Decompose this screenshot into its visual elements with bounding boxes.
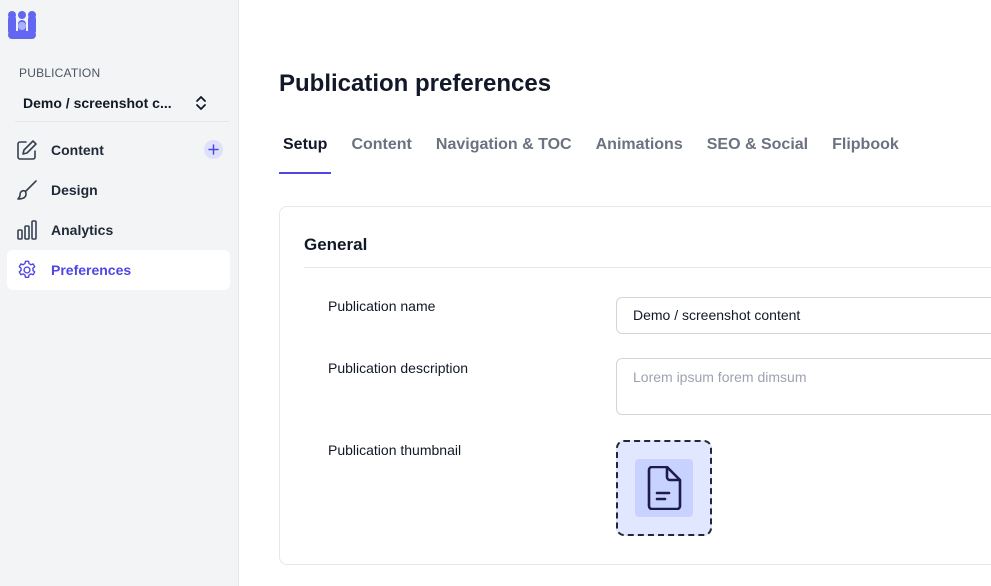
paintbrush-icon (16, 179, 38, 201)
tab-animations[interactable]: Animations (592, 128, 687, 174)
sidebar-item-label: Design (51, 182, 98, 198)
sidebar-item-label: Analytics (51, 222, 114, 238)
section-divider (304, 267, 991, 268)
app-logo-icon[interactable] (7, 10, 37, 40)
document-icon (647, 466, 682, 510)
bar-chart-icon (16, 219, 38, 241)
add-content-button[interactable] (204, 140, 223, 159)
gear-icon (16, 259, 38, 281)
publication-description-textarea[interactable]: Lorem ipsum forem dimsum (616, 358, 991, 415)
chevron-up-down-icon (196, 96, 206, 110)
preferences-tabs: Setup Content Navigation & TOC Animation… (279, 128, 919, 176)
sidebar-item-content[interactable]: Content (7, 130, 230, 170)
general-settings-card: General Publication name Demo / screensh… (279, 206, 991, 565)
publication-thumbnail-label: Publication thumbnail (328, 442, 462, 458)
publication-name-label: Publication name (328, 298, 436, 314)
sidebar-item-label: Preferences (51, 262, 132, 278)
main-content: Publication preferences Setup Content Na… (239, 0, 991, 586)
publication-section-label: PUBLICATION (19, 66, 101, 80)
sidebar-item-analytics[interactable]: Analytics (7, 210, 230, 250)
sidebar-item-design[interactable]: Design (7, 170, 230, 210)
tab-setup[interactable]: Setup (279, 128, 332, 174)
sidebar-item-preferences[interactable]: Preferences (7, 250, 230, 290)
page-title: Publication preferences (279, 70, 552, 97)
tab-seo-social[interactable]: SEO & Social (703, 128, 812, 174)
publication-description-label: Publication description (328, 360, 469, 376)
sidebar: PUBLICATION Demo / screenshot c... Conte… (0, 0, 239, 586)
thumbnail-upload-dropzone[interactable] (616, 440, 712, 536)
publication-selector-name: Demo / screenshot c... (23, 95, 172, 111)
sidebar-divider (15, 121, 229, 122)
plus-icon (208, 144, 219, 155)
general-section-title: General (304, 235, 368, 254)
publication-selector[interactable]: Demo / screenshot c... (15, 88, 215, 118)
publication-name-input[interactable]: Demo / screenshot content (616, 297, 991, 334)
tab-navigation-toc[interactable]: Navigation & TOC (432, 128, 576, 174)
tab-flipbook[interactable]: Flipbook (828, 128, 903, 174)
pencil-square-icon (16, 139, 38, 161)
thumbnail-placeholder (635, 459, 693, 517)
sidebar-item-label: Content (51, 142, 104, 158)
tab-content[interactable]: Content (347, 128, 415, 174)
